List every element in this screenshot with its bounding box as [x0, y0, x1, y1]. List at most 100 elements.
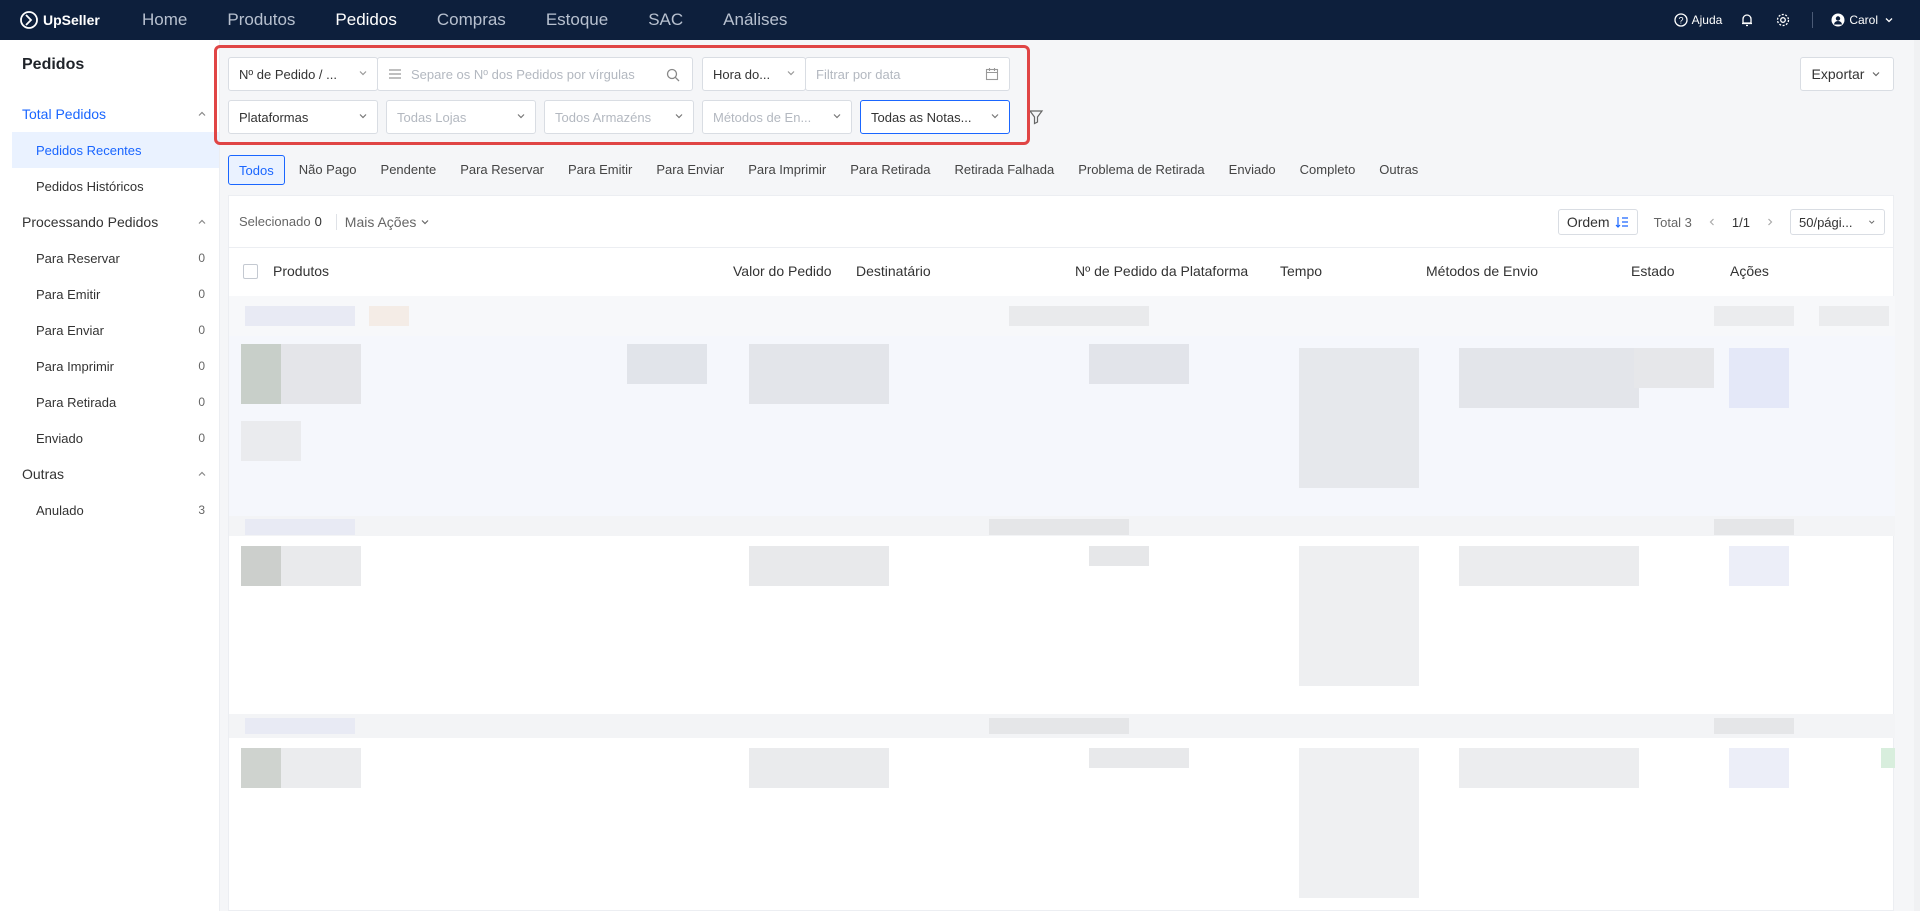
- sort-label: Ordem: [1566, 214, 1610, 230]
- settings-button[interactable]: [1776, 13, 1794, 27]
- redacted-block: [1299, 546, 1419, 686]
- help-label: Ajuda: [1691, 13, 1723, 27]
- total-count: Total 3: [1653, 214, 1692, 230]
- select-all-checkbox[interactable]: [243, 264, 258, 279]
- nav-compras[interactable]: Compras: [437, 10, 506, 30]
- sidebar-item-label: Pedidos Recentes: [36, 142, 142, 158]
- nav-sac[interactable]: SAC: [648, 10, 683, 30]
- sidebar-item-para-emitir[interactable]: Para Emitir 0: [0, 276, 219, 312]
- tab-nao-pago[interactable]: Não Pago: [287, 155, 369, 185]
- redacted-block: [1459, 748, 1639, 788]
- redacted-block: [1714, 718, 1794, 734]
- chevron-right-icon[interactable]: [1764, 216, 1776, 228]
- tab-pendente[interactable]: Pendente: [369, 155, 449, 185]
- redacted-block: [1089, 546, 1149, 566]
- tab-para-retirada[interactable]: Para Retirada: [838, 155, 942, 185]
- orders-table-body: [229, 296, 1895, 911]
- redacted-block: [749, 748, 889, 788]
- bell-icon: [1742, 14, 1753, 27]
- more-actions-label: Mais Ações: [344, 213, 417, 230]
- sidebar-item-para-reservar[interactable]: Para Reservar 0: [0, 240, 219, 276]
- sidebar-item-para-enviar[interactable]: Para Enviar 0: [0, 312, 219, 348]
- sidebar-group-processing[interactable]: Processando Pedidos: [0, 204, 219, 240]
- sidebar-group-other[interactable]: Outras: [0, 456, 219, 492]
- tab-para-imprimir[interactable]: Para Imprimir: [736, 155, 838, 185]
- sidebar-group-label: Outras: [22, 466, 65, 482]
- sidebar-item-historic[interactable]: Pedidos Históricos: [0, 168, 219, 204]
- filter-icon[interactable]: [1028, 109, 1044, 125]
- redacted-block: [749, 546, 889, 586]
- tab-para-reservar[interactable]: Para Reservar: [448, 155, 556, 185]
- redacted-block: [1089, 748, 1189, 768]
- sidebar-item-label: Para Retirada: [36, 394, 117, 410]
- redacted-block: [1729, 348, 1789, 408]
- tab-completo[interactable]: Completo: [1288, 155, 1368, 185]
- redacted-block: [281, 344, 361, 404]
- redacted-block: [1299, 748, 1419, 898]
- tab-retirada-falhada[interactable]: Retirada Falhada: [942, 155, 1066, 185]
- redacted-block: [1299, 348, 1419, 488]
- sidebar-item-count: 0: [198, 251, 205, 265]
- sidebar-item-label: Para Imprimir: [36, 358, 115, 374]
- redacted-block: [245, 519, 355, 535]
- divider: [335, 213, 337, 230]
- redacted-block: [241, 421, 301, 461]
- tab-para-emitir[interactable]: Para Emitir: [556, 155, 644, 185]
- notifications-button[interactable]: [1740, 13, 1758, 27]
- chevron-left-icon[interactable]: [1706, 216, 1718, 228]
- chevron-up-icon: [198, 471, 206, 476]
- user-menu[interactable]: Carol: [1831, 13, 1898, 27]
- redacted-block: [1714, 519, 1794, 535]
- status-tabs: Todos Não Pago Pendente Para Reservar Pa…: [228, 155, 1430, 185]
- chevron-down-icon: [421, 219, 429, 224]
- col-produtos: Produtos: [273, 263, 330, 279]
- redacted-block: [627, 344, 707, 384]
- help-icon: ?: [1673, 13, 1688, 27]
- page-size-select[interactable]: 50/pági...: [1790, 209, 1885, 235]
- sidebar-item-anulado[interactable]: Anulado 3: [0, 492, 219, 528]
- tab-outras[interactable]: Outras: [1367, 155, 1430, 185]
- nav-estoque[interactable]: Estoque: [546, 10, 608, 30]
- help-link[interactable]: ? Ajuda: [1673, 13, 1723, 27]
- sidebar-item-para-retirada[interactable]: Para Retirada 0: [0, 384, 219, 420]
- sidebar-item-label: Anulado: [36, 502, 84, 518]
- selected-count: 0: [314, 214, 322, 229]
- top-right-tools: ? Ajuda Carol: [1656, 0, 1898, 40]
- redacted-block: [1729, 546, 1789, 586]
- nav-produtos[interactable]: Produtos: [227, 10, 295, 30]
- sidebar-item-count: 0: [198, 323, 205, 337]
- col-valor: Valor do Pedido: [733, 263, 832, 279]
- table-header: Produtos Valor do Pedido Destinatário Nº…: [229, 248, 1893, 296]
- sort-icon: [1615, 217, 1628, 228]
- top-navbar: UpSeller Home Produtos Pedidos Compras E…: [0, 0, 1920, 40]
- gear-icon: [1777, 13, 1790, 27]
- nav-home[interactable]: Home: [142, 10, 187, 30]
- nav-pedidos[interactable]: Pedidos: [335, 10, 396, 30]
- page-scrollbar[interactable]: [1914, 40, 1920, 911]
- col-pedido-plataforma: Nº de Pedido da Plataforma: [1075, 263, 1249, 279]
- redacted-block: [281, 748, 361, 788]
- redacted-block: [1634, 348, 1714, 388]
- export-button[interactable]: Exportar: [1800, 57, 1894, 91]
- brand-name: UpSeller: [43, 12, 100, 28]
- sidebar-group-total[interactable]: Total Pedidos: [0, 96, 219, 132]
- tab-enviado[interactable]: Enviado: [1217, 155, 1288, 185]
- tab-para-enviar[interactable]: Para Enviar: [644, 155, 736, 185]
- sidebar-item-count: 3: [198, 503, 205, 517]
- selected-indicator: Selecionado 0: [239, 214, 322, 229]
- more-actions-button[interactable]: Mais Ações: [345, 214, 432, 230]
- tab-todos[interactable]: Todos: [228, 155, 285, 185]
- sidebar-item-para-imprimir[interactable]: Para Imprimir 0: [0, 348, 219, 384]
- sidebar-item-label: Para Reservar: [36, 250, 120, 266]
- redacted-block: [1459, 348, 1639, 408]
- nav-analises[interactable]: Análises: [723, 10, 787, 30]
- tab-problema-retirada[interactable]: Problema de Retirada: [1066, 155, 1216, 185]
- redacted-block: [281, 546, 361, 586]
- redacted-block: [1009, 306, 1149, 326]
- divider: [1812, 12, 1814, 28]
- sidebar-item-enviado[interactable]: Enviado 0: [0, 420, 219, 456]
- brand-logo[interactable]: UpSeller: [20, 11, 120, 29]
- sort-order-button[interactable]: Ordem: [1557, 209, 1638, 235]
- sidebar-item-recent[interactable]: Pedidos Recentes: [12, 132, 219, 168]
- col-estado: Estado: [1631, 263, 1675, 279]
